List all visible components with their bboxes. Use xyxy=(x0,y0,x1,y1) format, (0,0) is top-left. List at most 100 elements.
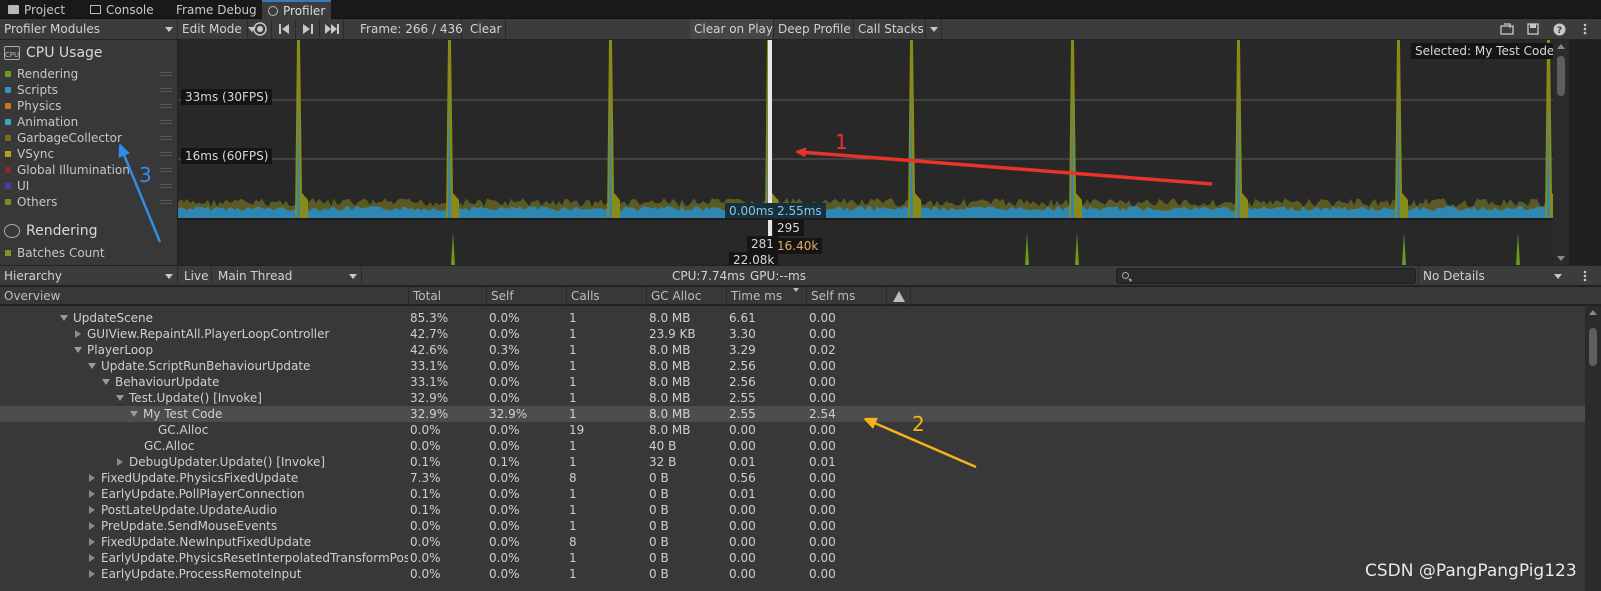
expand-closed-icon[interactable] xyxy=(89,506,95,514)
save-button[interactable] xyxy=(1521,19,1545,39)
drag-handle-icon[interactable] xyxy=(160,136,172,140)
scroll-up-icon[interactable] xyxy=(1589,310,1597,315)
column-calls[interactable]: Calls xyxy=(566,287,646,305)
call-stacks-toggle[interactable]: Call Stacks xyxy=(854,19,926,39)
expand-closed-icon[interactable] xyxy=(89,554,95,562)
expand-closed-icon[interactable] xyxy=(89,538,95,546)
rendering-module[interactable]: Rendering xyxy=(0,220,98,242)
drag-handle-icon[interactable] xyxy=(160,104,172,108)
scroll-down-icon[interactable] xyxy=(1557,256,1565,261)
table-row[interactable]: GC.Alloc 0.0% 0.0% 1 40 B 0.00 0.00 xyxy=(0,438,1585,454)
drag-handle-icon[interactable] xyxy=(160,184,172,188)
legend-item-scripts[interactable]: Scripts xyxy=(0,82,177,98)
details-dropdown[interactable]: No Details xyxy=(1418,266,1566,286)
expand-open-icon[interactable] xyxy=(116,395,124,401)
table-row[interactable]: EarlyUpdate.ProcessRemoteInput 0.0% 0.0% 1 0… xyxy=(0,566,1585,582)
column-gc-alloc[interactable]: GC Alloc xyxy=(646,287,726,305)
tab-frame-debug[interactable]: Frame Debug xyxy=(170,0,263,19)
expand-closed-icon[interactable] xyxy=(89,474,95,482)
expand-closed-icon[interactable] xyxy=(75,330,81,338)
expand-open-icon[interactable] xyxy=(74,347,82,353)
tab-console[interactable]: Console xyxy=(84,0,160,19)
thread-dropdown[interactable]: Main Thread xyxy=(214,266,362,286)
table-row[interactable]: PostLateUpdate.UpdateAudio 0.1% 0.0% 1 0 B 0.… xyxy=(0,502,1585,518)
selected-frame-marker[interactable] xyxy=(768,40,772,218)
help-button[interactable]: ? xyxy=(1547,19,1571,39)
tab-project[interactable]: Project xyxy=(2,0,71,19)
drag-handle-icon[interactable] xyxy=(160,152,172,156)
legend-item-batches-count[interactable]: Batches Count xyxy=(0,245,177,261)
view-type-dropdown[interactable]: Hierarchy xyxy=(0,266,178,286)
tab-profiler-label: Profiler xyxy=(283,3,326,18)
record-button[interactable] xyxy=(248,19,272,39)
deep-profile-toggle[interactable]: Deep Profile xyxy=(774,19,854,39)
expand-closed-icon[interactable] xyxy=(89,570,95,578)
table-row[interactable]: PlayerLoop 42.6% 0.3% 1 8.0 MB 3.29 0.02 xyxy=(0,342,1585,358)
expand-closed-icon[interactable] xyxy=(89,522,95,530)
cell-selfms: 0.00 xyxy=(809,439,836,453)
drag-handle-icon[interactable] xyxy=(160,200,172,204)
modules-scrollbar[interactable] xyxy=(1553,40,1569,265)
scrollbar-thumb[interactable] xyxy=(1589,328,1597,366)
cpu-usage-chart[interactable]: 33ms (30FPS) 16ms (60FPS) Selected: My T… xyxy=(178,40,1553,218)
column-total[interactable]: Total xyxy=(408,287,486,305)
table-row[interactable]: BehaviourUpdate 33.1% 0.0% 1 8.0 MB 2.56 0.00 xyxy=(0,374,1585,390)
expand-closed-icon[interactable] xyxy=(89,490,95,498)
column-overview[interactable]: Overview xyxy=(0,287,408,305)
clear-button[interactable]: Clear xyxy=(466,19,506,39)
scroll-up-icon[interactable] xyxy=(1557,44,1565,49)
column-self-ms[interactable]: Self ms xyxy=(806,287,886,305)
scrollbar-thumb[interactable] xyxy=(1557,56,1565,96)
drag-handle-icon[interactable] xyxy=(160,168,172,172)
details-menu-button[interactable] xyxy=(1573,266,1597,286)
edit-mode-dropdown[interactable]: Edit Mode xyxy=(178,19,256,39)
warning-column[interactable] xyxy=(886,287,910,305)
legend-item-animation[interactable]: Animation xyxy=(0,114,177,130)
drag-handle-icon[interactable] xyxy=(160,120,172,124)
column-self[interactable]: Self xyxy=(486,287,566,305)
table-row[interactable]: Update.ScriptRunBehaviourUpdate 33.1% 0.0%… xyxy=(0,358,1585,374)
table-row[interactable]: Test.Update() [Invoke] 32.9% 0.0% 1 8.0 MB 2.… xyxy=(0,390,1585,406)
table-row[interactable]: FixedUpdate.NewInputFixedUpdate 0.0% 0.0% 8… xyxy=(0,534,1585,550)
load-button[interactable] xyxy=(1495,19,1519,39)
drag-handle-icon[interactable] xyxy=(160,72,172,76)
drag-handle-icon[interactable] xyxy=(160,88,172,92)
expand-closed-icon[interactable] xyxy=(117,458,123,466)
expand-open-icon[interactable] xyxy=(88,363,96,369)
next-frame-button[interactable] xyxy=(296,19,320,39)
legend-item-vsync[interactable]: VSync xyxy=(0,146,177,162)
table-row[interactable]: UpdateScene 85.3% 0.0% 1 8.0 MB 6.61 0.00 xyxy=(0,310,1585,326)
table-row[interactable]: FixedUpdate.PhysicsFixedUpdate 7.3% 0.0% 8 0… xyxy=(0,470,1585,486)
legend-item-others[interactable]: Others xyxy=(0,194,177,210)
table-row[interactable]: DebugUpdater.Update() [Invoke] 0.1% 0.1% 1 3… xyxy=(0,454,1585,470)
table-row[interactable]: PreUpdate.SendMouseEvents 0.0% 0.0% 1 0 B 0.0… xyxy=(0,518,1585,534)
clear-on-play-toggle[interactable]: Clear on Play xyxy=(690,19,774,39)
cell-selfms: 0.00 xyxy=(809,359,836,373)
legend-item-physics[interactable]: Physics xyxy=(0,98,177,114)
rendering-chart[interactable]: 295 281 16.40k 22.08k xyxy=(178,219,1553,265)
cell-gc: 0 B xyxy=(649,487,669,501)
tab-profiler[interactable]: Profiler xyxy=(262,0,332,19)
search-input[interactable] xyxy=(1116,268,1416,284)
current-frame-button[interactable] xyxy=(320,19,344,39)
table-row[interactable]: GUIView.RepaintAll.PlayerLoopController 4… xyxy=(0,326,1585,342)
legend-item-rendering[interactable]: Rendering xyxy=(0,66,177,82)
cell-self: 0.3% xyxy=(489,343,520,357)
column-time-ms[interactable]: Time ms xyxy=(726,287,806,305)
legend-item-garbagecollector[interactable]: GarbageCollector xyxy=(0,130,177,146)
more-menu-button[interactable] xyxy=(1573,19,1597,39)
table-row[interactable]: GC.Alloc 0.0% 0.0% 19 8.0 MB 0.00 0.00 xyxy=(0,422,1585,438)
table-row[interactable]: My Test Code 32.9% 32.9% 1 8.0 MB 2.55 2.54 xyxy=(0,406,1585,422)
cpu-usage-module[interactable]: CPU CPU Usage xyxy=(0,42,103,64)
table-scrollbar[interactable] xyxy=(1585,306,1601,591)
profiler-modules-dropdown[interactable]: Profiler Modules xyxy=(0,19,178,39)
table-row[interactable]: EarlyUpdate.PhysicsResetInterpolatedTran… xyxy=(0,550,1585,566)
expand-open-icon[interactable] xyxy=(60,315,68,321)
live-toggle[interactable]: Live xyxy=(180,266,212,286)
table-row[interactable]: EarlyUpdate.PollPlayerConnection 0.1% 0.0%… xyxy=(0,486,1585,502)
help-icon: ? xyxy=(1553,23,1565,36)
previous-frame-button[interactable] xyxy=(272,19,296,39)
call-stacks-dropdown[interactable] xyxy=(926,19,942,39)
expand-open-icon[interactable] xyxy=(130,411,138,417)
expand-open-icon[interactable] xyxy=(102,379,110,385)
